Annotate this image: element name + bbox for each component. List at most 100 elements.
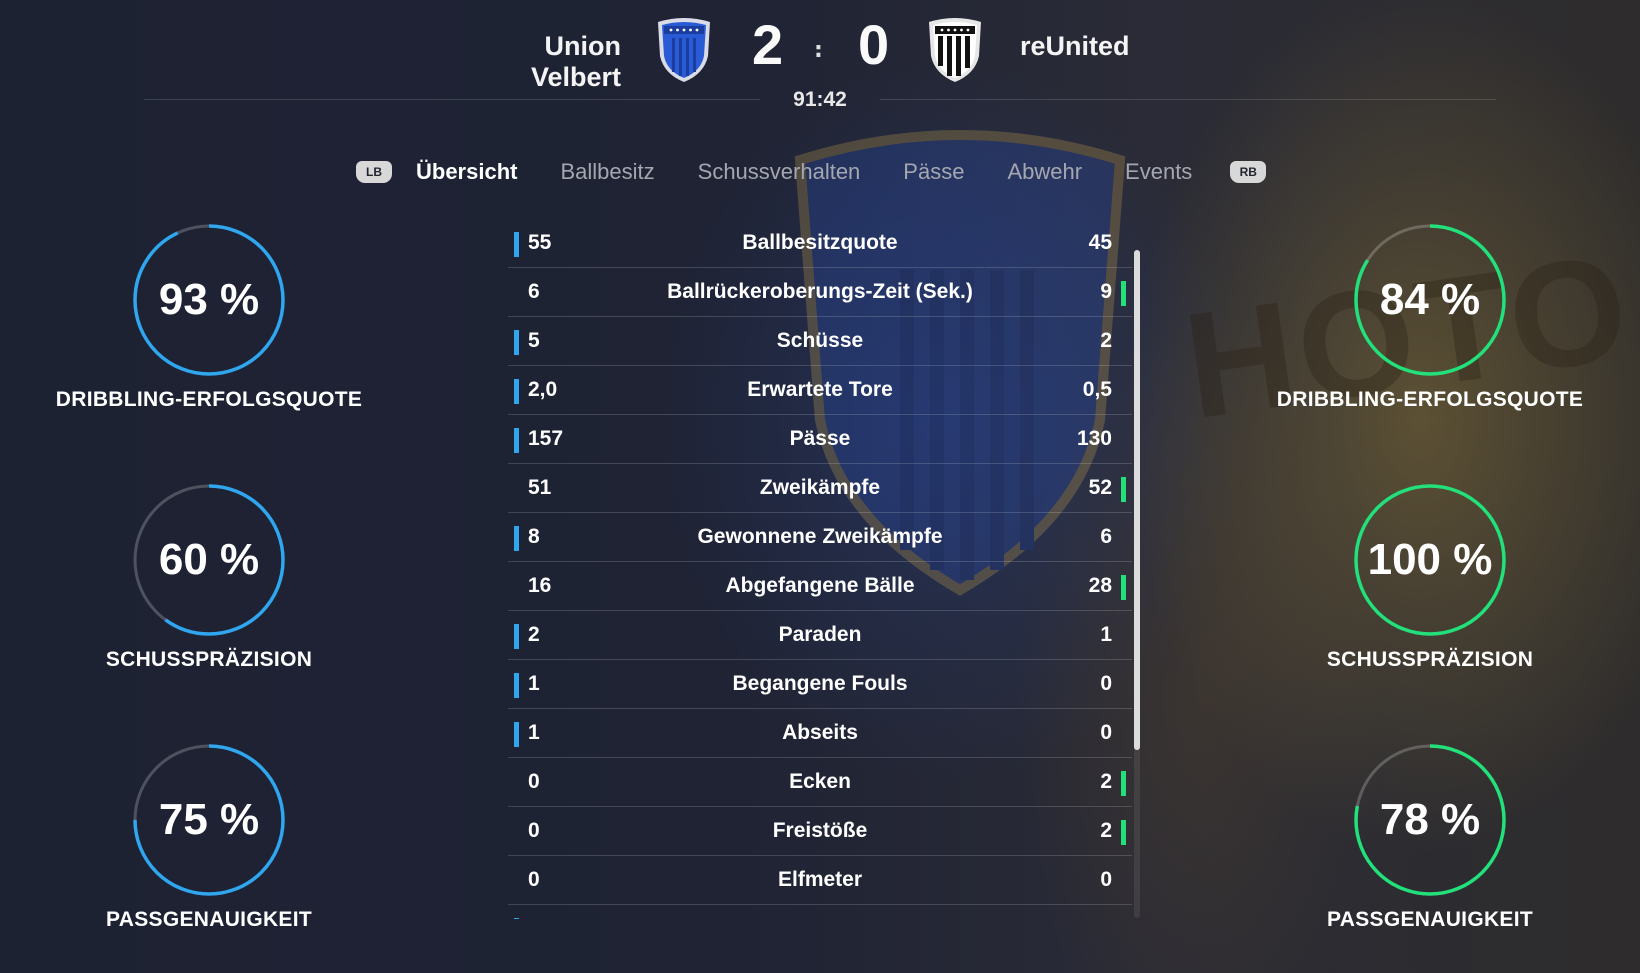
stat-away-value: 52 xyxy=(1088,476,1112,499)
away-ring-shot-accuracy: 100 % SCHUSSPRÄZISION xyxy=(1240,482,1620,672)
home-ring-dribbling-gauge: 93 % xyxy=(131,222,287,378)
stat-home-value: 157 xyxy=(528,427,564,450)
stat-row: Elfmeter 0 0 xyxy=(508,856,1132,905)
home-ring-dribbling-label: DRIBBLING-ERFOLGSQUOTE xyxy=(55,388,363,411)
rb-bumper-icon[interactable]: RB xyxy=(1230,161,1267,183)
away-score: 0 xyxy=(858,13,890,76)
stat-row: Ecken 0 2 xyxy=(508,758,1132,807)
stat-away-value: 0 xyxy=(1100,721,1112,744)
stat-label: Zweikämpfe xyxy=(759,476,881,499)
stat-label: Gelbe Karten xyxy=(508,918,1132,920)
stat-row: Ballrückeroberungs-Zeit (Sek.) 6 9 xyxy=(508,268,1132,317)
home-ring-pass-accuracy: 75 % PASSGENAUIGKEIT xyxy=(19,742,399,932)
stat-row: Schüsse 5 2 xyxy=(508,317,1132,366)
stat-row: Begangene Fouls 1 0 xyxy=(508,660,1132,709)
home-ring-shot-accuracy-label: SCHUSSPRÄZISION xyxy=(105,648,313,671)
home-score: 2 xyxy=(752,13,784,76)
stat-away-value: 28 xyxy=(1088,574,1112,597)
stat-home-value: 1 xyxy=(528,918,540,920)
home-team-name: Union Velbert xyxy=(530,31,621,92)
home-ring-dribbling: 93 % DRIBBLING-ERFOLGSQUOTE xyxy=(19,222,399,412)
stat-home-value: 2 xyxy=(528,623,540,646)
stat-home-value: 1 xyxy=(528,721,540,744)
stat-label: Ecken xyxy=(789,770,851,793)
stat-label: Begangene Fouls xyxy=(732,672,908,695)
tab-passes[interactable]: Pässe xyxy=(903,159,964,185)
stat-row: Gelbe Karten1 0 xyxy=(508,905,1132,919)
tab-overview[interactable]: Übersicht xyxy=(416,159,517,185)
away-ring-dribbling-label: DRIBBLING-ERFOLGSQUOTE xyxy=(1276,388,1584,411)
tab-events[interactable]: Events xyxy=(1125,159,1192,185)
away-ring-shot-accuracy-value: 100 % xyxy=(1367,535,1493,584)
stats-tab-bar: LB Übersicht Ballbesitz Schussverhalten … xyxy=(356,157,1267,187)
stat-label: Ballrückeroberungs-Zeit (Sek.) xyxy=(667,280,973,303)
stat-label: Pässe xyxy=(789,427,851,450)
stat-label: Freistöße xyxy=(772,819,868,842)
stat-home-value: 5 xyxy=(528,329,540,352)
home-ring-shot-accuracy: 60 % SCHUSSPRÄZISION xyxy=(19,482,399,672)
lb-bumper-icon[interactable]: LB xyxy=(356,161,392,183)
stat-row: Pässe 157 130 xyxy=(508,415,1132,464)
stat-away-value: 1 xyxy=(1100,623,1112,646)
stat-home-value: 0 xyxy=(528,868,540,891)
stat-away-value: 0,5 xyxy=(1082,378,1112,401)
stat-label: Ballbesitzquote xyxy=(742,231,898,254)
away-ring-pass-accuracy: 78 % PASSGENAUIGKEIT xyxy=(1240,742,1620,932)
stat-away-value: 0 xyxy=(1100,918,1112,920)
away-team-crest-icon xyxy=(925,16,985,84)
away-ring-dribbling: 84 % DRIBBLING-ERFOLGSQUOTE xyxy=(1240,222,1620,412)
stat-away-value: 0 xyxy=(1100,868,1112,891)
home-ring-dribbling-value: 93 % xyxy=(158,275,260,324)
away-ring-pass-accuracy-value: 78 % xyxy=(1379,795,1481,844)
stat-away-value: 2 xyxy=(1100,819,1112,842)
stat-row: Erwartete Tore 2,0 0,5 xyxy=(508,366,1132,415)
home-ring-pass-accuracy-value: 75 % xyxy=(158,795,260,844)
stat-row: Abgefangene Bälle 16 28 xyxy=(508,562,1132,611)
header-divider-left xyxy=(144,99,760,100)
home-ring-pass-accuracy-gauge: 75 % xyxy=(131,742,287,898)
home-ring-shot-accuracy-value: 60 % xyxy=(158,535,260,584)
stats-scrollbar-thumb[interactable] xyxy=(1134,250,1140,750)
stat-home-value: 0 xyxy=(528,770,540,793)
away-team-name: reUnited xyxy=(1020,31,1130,61)
stat-label: Schüsse xyxy=(776,329,864,352)
stat-away-value: 9 xyxy=(1100,280,1112,303)
tab-shooting[interactable]: Schussverhalten xyxy=(698,159,861,185)
stat-label: Abseits xyxy=(782,721,858,744)
stat-home-value: 51 xyxy=(528,476,552,499)
tab-defense[interactable]: Abwehr xyxy=(1007,159,1082,185)
stat-row: Ballbesitzquote 55 45 xyxy=(508,219,1132,268)
away-ring-pass-accuracy-label: PASSGENAUIGKEIT xyxy=(1327,908,1533,931)
stat-home-value: 1 xyxy=(528,672,540,695)
away-ring-shot-accuracy-label: SCHUSSPRÄZISION xyxy=(1326,648,1534,671)
away-ring-dribbling-value: 84 % xyxy=(1379,275,1481,324)
stat-home-value: 6 xyxy=(528,280,540,303)
stat-home-value: 16 xyxy=(528,574,552,597)
home-ring-pass-accuracy-label: PASSGENAUIGKEIT xyxy=(106,908,312,931)
away-ring-pass-accuracy-gauge: 78 % xyxy=(1352,742,1508,898)
stat-label: Paraden xyxy=(778,623,862,646)
stat-home-value: 8 xyxy=(528,525,540,548)
stat-away-value: 0 xyxy=(1100,672,1112,695)
home-ring-shot-accuracy-gauge: 60 % xyxy=(131,482,287,638)
stat-label: Elfmeter xyxy=(777,868,863,891)
match-stats-table[interactable]: Ballbesitzquote 55 45 Ballrückeroberungs-Ze… xyxy=(508,219,1132,919)
stat-away-value: 2 xyxy=(1100,770,1112,793)
stat-away-value: 2 xyxy=(1100,329,1112,352)
away-ring-dribbling-gauge: 84 % xyxy=(1352,222,1508,378)
stat-row: Freistöße 0 2 xyxy=(508,807,1132,856)
away-ring-shot-accuracy-gauge: 100 % xyxy=(1352,482,1508,638)
home-team-crest-icon xyxy=(654,16,714,84)
match-clock: 91:42 xyxy=(793,88,847,111)
header-divider-right xyxy=(880,99,1496,100)
stat-away-value: 45 xyxy=(1088,231,1112,254)
stat-home-value: 0 xyxy=(528,819,540,842)
stat-label: Gewonnene Zweikämpfe xyxy=(697,525,943,548)
stat-row: Abseits 1 0 xyxy=(508,709,1132,758)
stat-away-value: 6 xyxy=(1100,525,1112,548)
score-separator: : xyxy=(814,38,823,63)
stat-row: Zweikämpfe 51 52 xyxy=(508,464,1132,513)
stat-label: Abgefangene Bälle xyxy=(725,574,915,597)
stat-row: Paraden 2 1 xyxy=(508,611,1132,660)
tab-possession[interactable]: Ballbesitz xyxy=(560,159,654,185)
